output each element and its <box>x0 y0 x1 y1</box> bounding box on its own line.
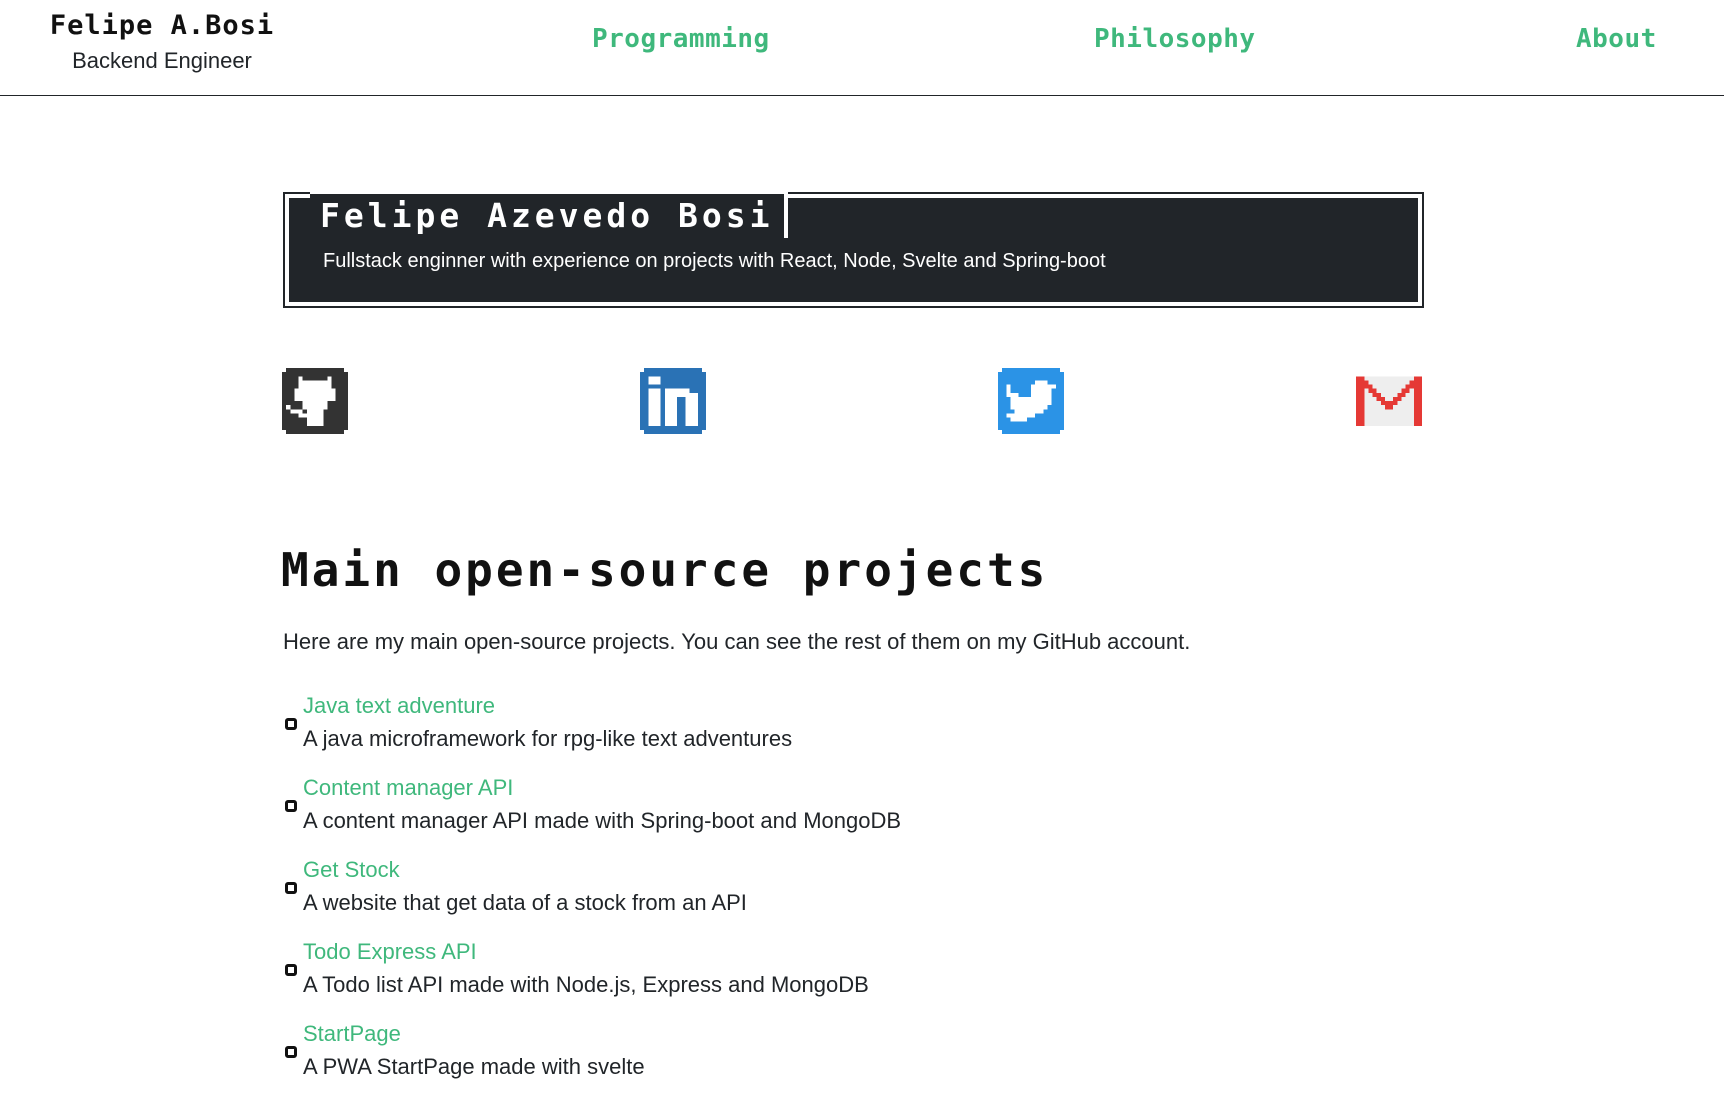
list-item: StartPage A PWA StartPage made with svel… <box>283 1020 1483 1102</box>
gmail-link[interactable] <box>1356 368 1422 434</box>
twitter-icon <box>998 368 1064 434</box>
brand-name[interactable]: Felipe A.Bosi <box>36 10 288 42</box>
github-link[interactable] <box>282 368 348 434</box>
linkedin-icon <box>640 368 706 434</box>
nav-philosophy[interactable]: Philosophy <box>1094 22 1256 56</box>
gmail-icon <box>1356 376 1422 426</box>
projects-title: Main open-source projects <box>281 543 1049 597</box>
linkedin-link[interactable] <box>640 368 706 434</box>
list-item: Todo Express API A Todo list API made wi… <box>283 938 1483 1020</box>
twitter-link[interactable] <box>998 368 1064 434</box>
project-list: Java text adventure A java microframewor… <box>283 692 1483 1102</box>
site-header: Felipe A.Bosi Backend Engineer Programmi… <box>0 0 1724 96</box>
nav-about[interactable]: About <box>1576 22 1657 56</box>
project-link[interactable]: Java text adventure <box>303 692 495 720</box>
project-description: A website that get data of a stock from … <box>303 890 747 915</box>
brand-role: Backend Engineer <box>72 48 252 73</box>
intro-title: Felipe Azevedo Bosi <box>310 190 788 238</box>
list-item: Java text adventure A java microframewor… <box>283 692 1483 774</box>
bullet-icon <box>285 1046 297 1058</box>
list-item: Get Stock A website that get data of a s… <box>283 856 1483 938</box>
project-link[interactable]: Todo Express API <box>303 938 477 966</box>
project-link[interactable]: StartPage <box>303 1020 401 1048</box>
brand[interactable]: Felipe A.Bosi Backend Engineer <box>36 10 288 74</box>
project-link[interactable]: Content manager API <box>303 774 513 802</box>
list-item: Content manager API A content manager AP… <box>283 774 1483 856</box>
project-description: A java microframework for rpg-like text … <box>303 726 793 751</box>
intro-description: Fullstack enginner with experience on pr… <box>323 250 1106 272</box>
project-description: A content manager API made with Spring-b… <box>303 808 902 833</box>
nav-programming[interactable]: Programming <box>592 22 770 56</box>
bullet-icon <box>285 800 297 812</box>
github-icon <box>282 368 348 434</box>
project-description: A Todo list API made with Node.js, Expre… <box>303 972 869 997</box>
bullet-icon <box>285 964 297 976</box>
project-description: A PWA StartPage made with svelte <box>303 1054 645 1079</box>
project-link[interactable]: Get Stock <box>303 856 400 884</box>
projects-intro: Here are my main open-source projects. Y… <box>283 629 1191 654</box>
bullet-icon <box>285 718 297 730</box>
bullet-icon <box>285 882 297 894</box>
